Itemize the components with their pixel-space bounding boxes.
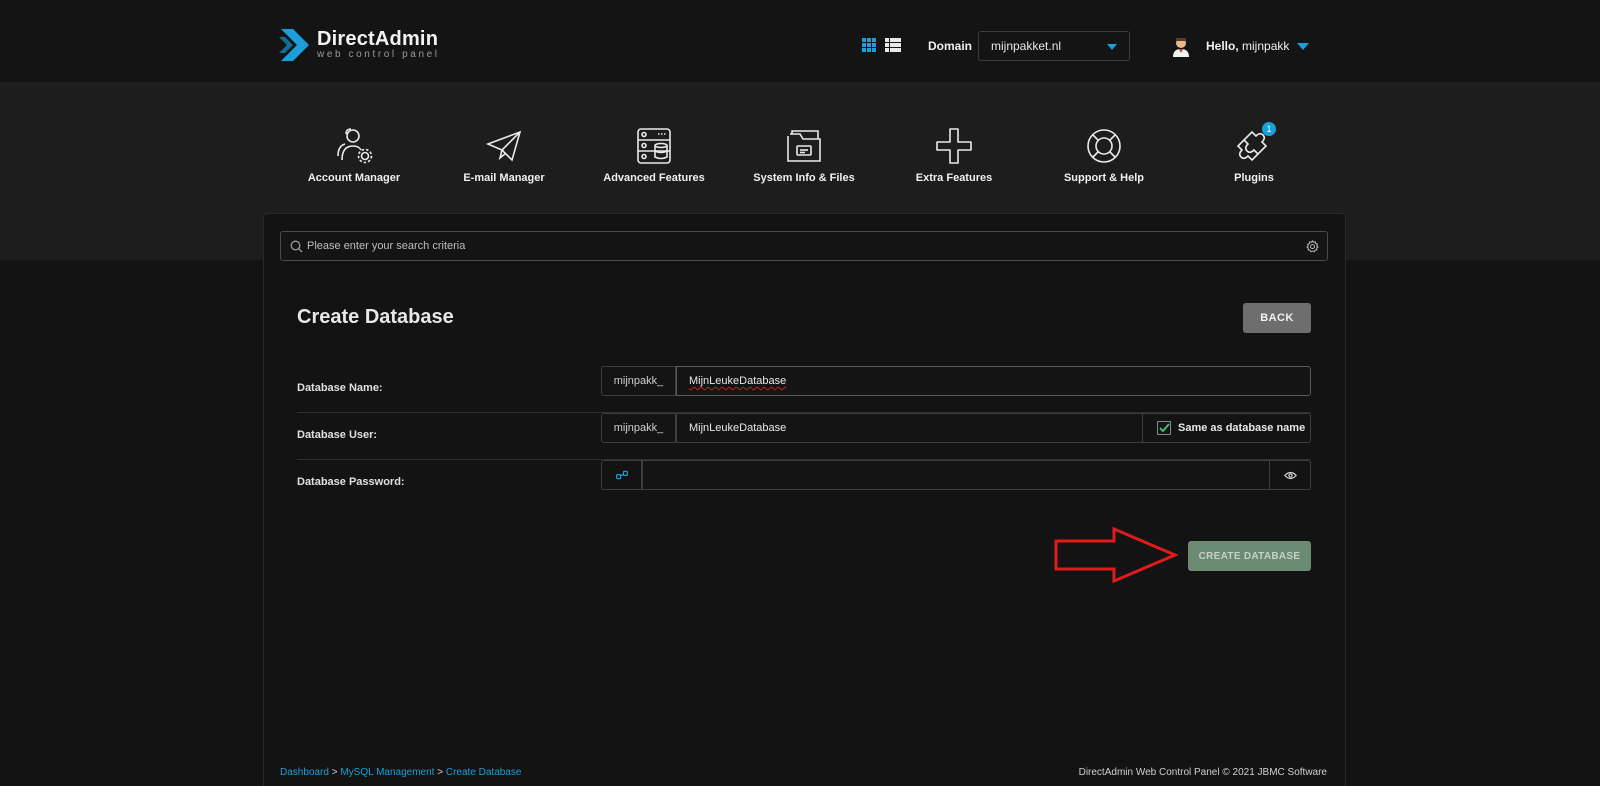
- database-password-input[interactable]: [642, 460, 1270, 490]
- logo-title: DirectAdmin: [317, 28, 439, 50]
- grid-view-icon[interactable]: [862, 38, 876, 52]
- chevron-down-icon: [1107, 44, 1117, 50]
- database-user-prefix: mijnpakk_: [601, 413, 676, 443]
- nav-system-info-files[interactable]: System Info & Files: [729, 126, 879, 184]
- breadcrumb-create-database[interactable]: Create Database: [446, 767, 522, 778]
- nav-label: System Info & Files: [753, 172, 855, 184]
- directadmin-logo-icon: [279, 29, 309, 61]
- random-password-icon: [615, 470, 628, 480]
- same-as-database-checkbox[interactable]: Same as database name: [1143, 413, 1311, 443]
- checkmark-icon: [1159, 423, 1170, 433]
- nav-advanced-features[interactable]: Advanced Features: [579, 126, 729, 184]
- database-name-prefix: mijnpakk_: [601, 366, 676, 396]
- username: mijnpakk: [1242, 39, 1290, 53]
- top-bar: DirectAdmin web control panel Domain mij…: [0, 0, 1600, 82]
- copyright: DirectAdmin Web Control Panel © 2021 JBM…: [1078, 767, 1327, 778]
- domain-label: Domain: [928, 39, 973, 53]
- domain-select[interactable]: mijnpakket.nl: [978, 31, 1130, 61]
- avatar: [1173, 38, 1189, 57]
- breadcrumb-separator: >: [331, 767, 338, 778]
- database-user-input[interactable]: MijnLeukeDatabase: [676, 413, 1143, 443]
- nav-support-help[interactable]: Support & Help: [1029, 126, 1179, 184]
- nav-account-manager[interactable]: Account Manager: [279, 126, 429, 184]
- database-name-input[interactable]: MijnLeukeDatabase: [676, 366, 1311, 396]
- chevron-down-icon: [1297, 42, 1310, 50]
- domain-value: mijnpakket.nl: [991, 39, 1062, 53]
- back-button[interactable]: BACK: [1243, 303, 1311, 333]
- nav-email-manager[interactable]: E-mail Manager: [429, 126, 579, 184]
- database-name-value: MijnLeukeDatabase: [689, 375, 787, 387]
- breadcrumb-dashboard[interactable]: Dashboard: [280, 767, 329, 778]
- plus-icon: [936, 128, 972, 164]
- database-password-label: Database Password:: [297, 476, 405, 488]
- show-password-button[interactable]: [1270, 460, 1311, 490]
- database-password-row: Database Password:: [297, 460, 1311, 507]
- nav-extra-features[interactable]: Extra Features: [879, 126, 1029, 184]
- nav-label: Support & Help: [1063, 172, 1145, 184]
- nav-label: Plugins: [1234, 172, 1274, 184]
- database-name-row: Database Name: mijnpakk_ MijnLeukeDataba…: [297, 366, 1311, 413]
- list-view-icon[interactable]: [885, 38, 901, 52]
- database-user-value: MijnLeukeDatabase: [689, 422, 787, 434]
- paper-plane-icon: [485, 130, 522, 162]
- users-gear-icon: [337, 128, 373, 164]
- user-menu[interactable]: Hello, mijnpakk: [1170, 35, 1310, 57]
- same-as-database-label: Same as database name: [1178, 422, 1306, 434]
- search-icon: [290, 240, 303, 253]
- eye-icon: [1283, 471, 1297, 479]
- checkbox[interactable]: [1157, 421, 1171, 435]
- database-user-label: Database User:: [297, 429, 378, 441]
- nav-label: Advanced Features: [603, 172, 705, 184]
- nav-label: E-mail Manager: [463, 172, 545, 184]
- database-user-row: Database User: mijnpakk_ MijnLeukeDataba…: [297, 413, 1311, 460]
- folder-icon: [787, 130, 821, 162]
- plugins-badge: 1: [1262, 122, 1276, 136]
- lifebuoy-icon: [1087, 129, 1121, 163]
- nav-label: Account Manager: [307, 172, 401, 184]
- search-input[interactable]: [307, 240, 1267, 252]
- generate-password-button[interactable]: [601, 460, 642, 490]
- gear-icon[interactable]: [1306, 240, 1319, 253]
- server-icon: [637, 128, 671, 164]
- logo-subtitle: web control panel: [317, 49, 440, 60]
- breadcrumb: Dashboard > MySQL Management > Create Da…: [280, 767, 521, 778]
- page-title: Create Database: [297, 306, 454, 328]
- hello-text: Hello, mijnpakk: [1206, 39, 1290, 53]
- view-toggle: [862, 38, 901, 52]
- search-bar: [280, 231, 1328, 261]
- nav-label: Extra Features: [915, 172, 993, 184]
- database-name-label: Database Name:: [297, 382, 383, 394]
- nav-plugins[interactable]: 1 Plugins: [1179, 122, 1329, 184]
- annotation-arrow-icon: [1054, 527, 1178, 583]
- create-database-button[interactable]: CREATE DATABASE: [1188, 541, 1311, 571]
- breadcrumb-separator: >: [437, 767, 444, 778]
- breadcrumb-mysql-management[interactable]: MySQL Management: [340, 767, 434, 778]
- logo[interactable]: DirectAdmin web control panel: [279, 27, 440, 63]
